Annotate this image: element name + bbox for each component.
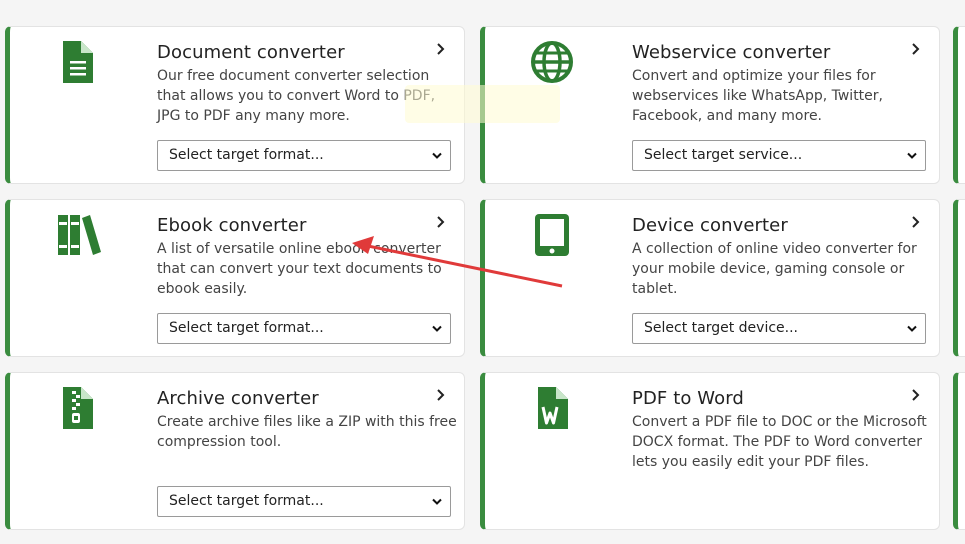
- select-value: Select target format...: [169, 147, 324, 163]
- offscreen-card[interactable]: [953, 26, 965, 184]
- globe-icon: [530, 39, 574, 85]
- chevron-down-icon: [432, 325, 442, 332]
- target-format-select[interactable]: Select target format...: [157, 313, 451, 344]
- card-title[interactable]: Document converter: [157, 42, 345, 63]
- chevron-down-icon: [432, 498, 442, 505]
- card-title[interactable]: PDF to Word: [632, 388, 744, 409]
- card-archive-converter[interactable]: Archive converter Create archive files l…: [5, 372, 465, 530]
- chevron-right-icon[interactable]: [434, 41, 448, 55]
- offscreen-card[interactable]: [953, 372, 965, 530]
- document-icon: [55, 39, 99, 85]
- card-description: Create archive files like a ZIP with thi…: [157, 414, 457, 450]
- select-value: Select target service...: [644, 147, 803, 163]
- chevron-down-icon: [907, 152, 917, 159]
- target-service-select[interactable]: Select target service...: [632, 140, 926, 171]
- card-description: Convert a PDF file to DOC or the Microso…: [632, 414, 927, 470]
- card-title[interactable]: Archive converter: [157, 388, 319, 409]
- card-document-converter[interactable]: Document converter Our free document con…: [5, 26, 465, 184]
- zip-file-icon: [55, 385, 99, 431]
- chevron-right-icon[interactable]: [909, 41, 923, 55]
- chevron-right-icon[interactable]: [909, 387, 923, 401]
- word-file-icon: [530, 385, 574, 431]
- card-ebook-converter[interactable]: Ebook converter A list of versatile onli…: [5, 199, 465, 357]
- chevron-down-icon: [907, 325, 917, 332]
- chevron-right-icon[interactable]: [434, 387, 448, 401]
- card-description: Convert and optimize your files for webs…: [632, 68, 883, 124]
- card-description: A collection of online video converter f…: [632, 241, 917, 297]
- card-device-converter[interactable]: Device converter A collection of online …: [480, 199, 940, 357]
- target-format-select[interactable]: Select target format...: [157, 140, 451, 171]
- chevron-down-icon: [432, 152, 442, 159]
- target-device-select[interactable]: Select target device...: [632, 313, 926, 344]
- card-title[interactable]: Ebook converter: [157, 215, 306, 236]
- card-title[interactable]: Webservice converter: [632, 42, 830, 63]
- books-icon: [55, 212, 101, 258]
- chevron-right-icon[interactable]: [909, 214, 923, 228]
- select-value: Select target device...: [644, 320, 798, 336]
- chevron-right-icon[interactable]: [434, 214, 448, 228]
- offscreen-card[interactable]: [953, 199, 965, 357]
- card-title[interactable]: Device converter: [632, 215, 788, 236]
- target-format-select[interactable]: Select target format...: [157, 486, 451, 517]
- select-value: Select target format...: [169, 320, 324, 336]
- select-value: Select target format...: [169, 493, 324, 509]
- card-pdf-to-word[interactable]: PDF to Word Convert a PDF file to DOC or…: [480, 372, 940, 530]
- watermark: [405, 85, 560, 123]
- tablet-icon: [530, 212, 574, 258]
- card-description: A list of versatile online ebook convert…: [157, 241, 442, 297]
